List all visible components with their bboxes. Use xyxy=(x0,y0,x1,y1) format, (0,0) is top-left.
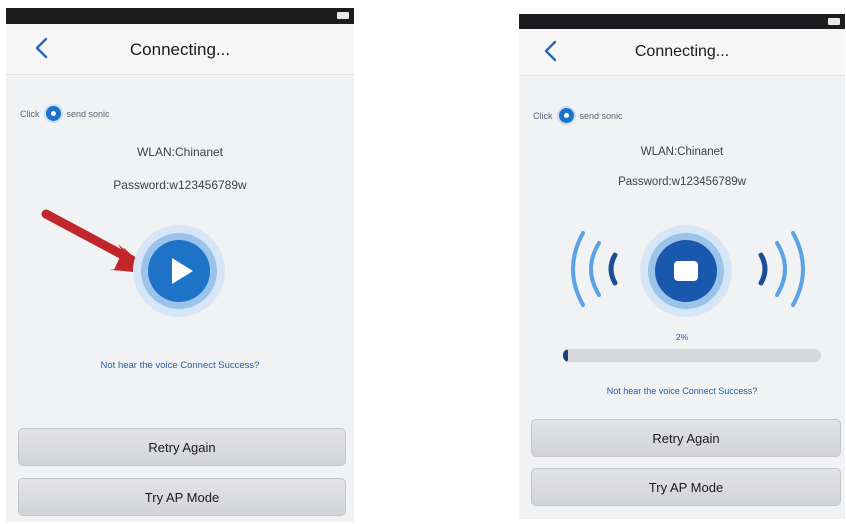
stop-icon xyxy=(674,261,698,281)
battery-icon xyxy=(337,12,349,19)
try-ap-mode-button[interactable]: Try AP Mode xyxy=(531,468,841,506)
retry-again-button[interactable]: Retry Again xyxy=(18,428,346,466)
sonic-dot-icon xyxy=(558,108,574,123)
page-title: Connecting... xyxy=(129,40,231,59)
phone-screen-before: Connecting... Click send sonic WLAN:Chin… xyxy=(6,8,354,522)
click-label: Click xyxy=(533,110,553,121)
send-sonic-label: send sonic xyxy=(66,108,110,119)
retry-again-button[interactable]: Retry Again xyxy=(531,419,841,457)
click-send-sonic-row: Click send sonic xyxy=(20,106,110,121)
status-bar xyxy=(6,8,354,24)
progress-percent: 2% xyxy=(675,332,689,342)
stop-button[interactable] xyxy=(639,224,733,318)
not-hear-voice-link[interactable]: Not hear the voice Connect Success? xyxy=(6,360,354,371)
progress-bar xyxy=(563,349,821,362)
click-send-sonic-row: Click send sonic xyxy=(533,108,623,123)
sonic-dot-icon xyxy=(45,106,61,121)
wlan-text: WLAN:Chinanet xyxy=(136,145,224,159)
nav-bar: Connecting... xyxy=(6,24,354,75)
send-sonic-label: send sonic xyxy=(579,110,623,121)
status-bar xyxy=(519,14,845,29)
phone-screen-after: Connecting... Click send sonic WLAN:Chin… xyxy=(519,14,845,519)
page-title: Connecting... xyxy=(634,43,730,60)
password-text: Password:w123456789w xyxy=(113,178,247,192)
nav-bar: Connecting... xyxy=(519,29,845,76)
battery-icon xyxy=(828,18,840,25)
not-hear-voice-link[interactable]: Not hear the voice Connect Success? xyxy=(519,386,845,396)
try-ap-mode-button[interactable]: Try AP Mode xyxy=(18,478,346,516)
click-label: Click xyxy=(20,108,40,119)
stage: Connecting... Click send sonic WLAN:Chin… xyxy=(0,0,846,524)
password-text: Password:w123456789w xyxy=(618,176,746,188)
wlan-text: WLAN:Chinanet xyxy=(640,146,724,158)
progress-fill xyxy=(563,349,569,362)
play-button[interactable] xyxy=(132,224,226,318)
